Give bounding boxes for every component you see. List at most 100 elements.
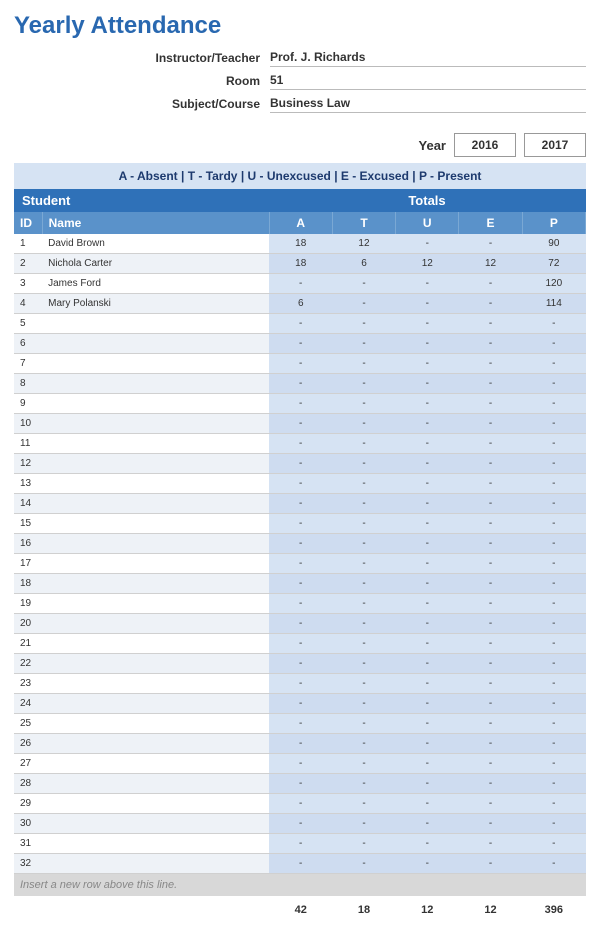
table-row[interactable]: 11----- xyxy=(14,434,586,454)
cell-name[interactable] xyxy=(42,634,269,654)
table-row[interactable]: 26----- xyxy=(14,734,586,754)
table-row[interactable]: 22----- xyxy=(14,654,586,674)
cell-name[interactable] xyxy=(42,674,269,694)
cell-name[interactable] xyxy=(42,334,269,354)
table-row[interactable]: 21----- xyxy=(14,634,586,654)
cell-name[interactable]: David Brown xyxy=(42,234,269,254)
cell-name[interactable]: Mary Polanski xyxy=(42,294,269,314)
table-row[interactable]: 31----- xyxy=(14,834,586,854)
cell-e: - xyxy=(459,774,522,794)
table-row[interactable]: 23----- xyxy=(14,674,586,694)
cell-name[interactable]: Nichola Carter xyxy=(42,254,269,274)
table-row[interactable]: 20----- xyxy=(14,614,586,634)
cell-name[interactable] xyxy=(42,694,269,714)
cell-u: - xyxy=(396,574,459,594)
col-a[interactable]: A xyxy=(269,212,332,234)
table-row[interactable]: 27----- xyxy=(14,754,586,774)
table-row[interactable]: 2Nichola Carter186121272 xyxy=(14,254,586,274)
cell-e: - xyxy=(459,694,522,714)
table-row[interactable]: 15----- xyxy=(14,514,586,534)
table-row[interactable]: 13----- xyxy=(14,474,586,494)
cell-p: - xyxy=(522,334,585,354)
cell-name[interactable] xyxy=(42,614,269,634)
cell-a: - xyxy=(269,734,332,754)
cell-name[interactable] xyxy=(42,534,269,554)
cell-name[interactable] xyxy=(42,814,269,834)
table-row[interactable]: 12----- xyxy=(14,454,586,474)
cell-e: - xyxy=(459,674,522,694)
cell-name[interactable] xyxy=(42,574,269,594)
table-row[interactable]: 18----- xyxy=(14,574,586,594)
col-name[interactable]: Name xyxy=(42,212,269,234)
cell-name[interactable]: James Ford xyxy=(42,274,269,294)
table-row[interactable]: 8----- xyxy=(14,374,586,394)
cell-a: - xyxy=(269,434,332,454)
cell-name[interactable] xyxy=(42,434,269,454)
table-row[interactable]: 25----- xyxy=(14,714,586,734)
table-row[interactable]: 1David Brown1812--90 xyxy=(14,234,586,254)
cell-name[interactable] xyxy=(42,374,269,394)
year-option-2016[interactable]: 2016 xyxy=(454,133,516,157)
cell-u: - xyxy=(396,474,459,494)
cell-e: - xyxy=(459,294,522,314)
col-u[interactable]: U xyxy=(396,212,459,234)
cell-name[interactable] xyxy=(42,314,269,334)
cell-name[interactable] xyxy=(42,474,269,494)
room-value[interactable]: 51 xyxy=(270,71,586,90)
subject-value[interactable]: Business Law xyxy=(270,94,586,113)
cell-name[interactable] xyxy=(42,774,269,794)
cell-t: - xyxy=(332,634,395,654)
cell-t: - xyxy=(332,574,395,594)
col-id[interactable]: ID xyxy=(14,212,42,234)
table-row[interactable]: 28----- xyxy=(14,774,586,794)
cell-t: - xyxy=(332,454,395,474)
cell-a: - xyxy=(269,754,332,774)
instructor-value[interactable]: Prof. J. Richards xyxy=(270,48,586,67)
cell-name[interactable] xyxy=(42,594,269,614)
cell-name[interactable] xyxy=(42,454,269,474)
table-row[interactable]: 30----- xyxy=(14,814,586,834)
table-row[interactable]: 29----- xyxy=(14,794,586,814)
table-row[interactable]: 19----- xyxy=(14,594,586,614)
cell-name[interactable] xyxy=(42,354,269,374)
cell-name[interactable] xyxy=(42,494,269,514)
table-row[interactable]: 7----- xyxy=(14,354,586,374)
cell-id: 11 xyxy=(14,434,42,454)
cell-name[interactable] xyxy=(42,514,269,534)
cell-a: - xyxy=(269,554,332,574)
cell-name[interactable] xyxy=(42,394,269,414)
table-row[interactable]: 6----- xyxy=(14,334,586,354)
cell-u: - xyxy=(396,794,459,814)
cell-e: - xyxy=(459,414,522,434)
table-row[interactable]: 24----- xyxy=(14,694,586,714)
col-t[interactable]: T xyxy=(332,212,395,234)
cell-name[interactable] xyxy=(42,834,269,854)
cell-name[interactable] xyxy=(42,734,269,754)
table-row[interactable]: 32----- xyxy=(14,854,586,874)
table-row[interactable]: 9----- xyxy=(14,394,586,414)
cell-e: - xyxy=(459,634,522,654)
cell-name[interactable] xyxy=(42,794,269,814)
cell-a: - xyxy=(269,454,332,474)
cell-u: - xyxy=(396,514,459,534)
col-e[interactable]: E xyxy=(459,212,522,234)
col-p[interactable]: P xyxy=(522,212,585,234)
table-row[interactable]: 3James Ford----120 xyxy=(14,274,586,294)
cell-name[interactable] xyxy=(42,414,269,434)
cell-name[interactable] xyxy=(42,654,269,674)
year-option-2017[interactable]: 2017 xyxy=(524,133,586,157)
cell-name[interactable] xyxy=(42,554,269,574)
table-row[interactable]: 16----- xyxy=(14,534,586,554)
table-row[interactable]: 10----- xyxy=(14,414,586,434)
table-row[interactable]: 14----- xyxy=(14,494,586,514)
cell-a: - xyxy=(269,374,332,394)
cell-name[interactable] xyxy=(42,854,269,874)
cell-name[interactable] xyxy=(42,714,269,734)
cell-name[interactable] xyxy=(42,754,269,774)
cell-u: - xyxy=(396,454,459,474)
table-row[interactable]: 17----- xyxy=(14,554,586,574)
table-row[interactable]: 4Mary Polanski6---114 xyxy=(14,294,586,314)
table-row[interactable]: 5----- xyxy=(14,314,586,334)
insert-hint-row[interactable]: Insert a new row above this line. xyxy=(14,874,586,898)
cell-e: - xyxy=(459,794,522,814)
